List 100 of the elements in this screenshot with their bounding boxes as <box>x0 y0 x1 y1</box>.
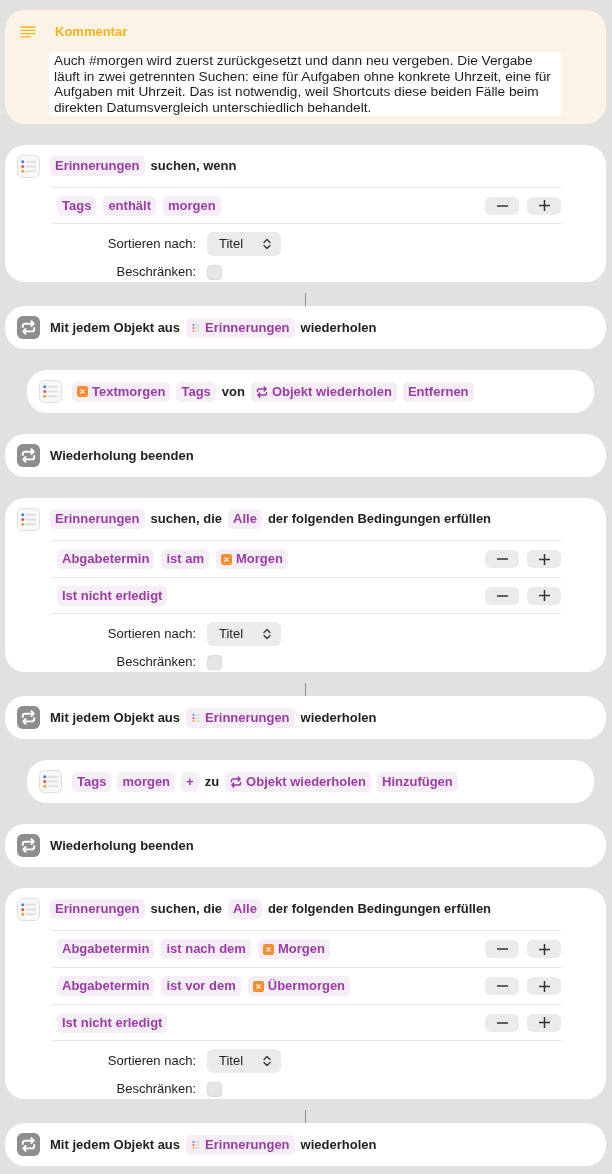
parameter-token[interactable]: ist am <box>161 549 209 569</box>
parameter-token[interactable]: Ist nicht erledigt <box>57 585 168 606</box>
limit-checkbox[interactable] <box>207 1081 222 1097</box>
remove-condition-button[interactable] <box>485 550 519 568</box>
add-condition-button[interactable] <box>527 1013 561 1032</box>
variable-icon <box>252 980 264 992</box>
action-text: wiederholen <box>300 318 377 337</box>
sort-select[interactable]: Titel <box>207 622 281 646</box>
chevron-updown-icon <box>263 628 271 640</box>
parameter-token[interactable]: Abgabetermin <box>57 939 155 959</box>
action-text: Mit jedem Objekt aus <box>50 708 181 727</box>
add-condition-button[interactable] <box>527 550 561 568</box>
parameter-token[interactable]: Hinzufügen <box>377 771 458 792</box>
parameter-token[interactable]: Tags <box>72 771 112 792</box>
parameter-token[interactable]: Erinnerungen <box>50 156 145 176</box>
parameter-token[interactable]: morgen <box>117 771 176 792</box>
repeat-item-token[interactable]: Objekt wiederholen <box>250 381 397 402</box>
list-token[interactable]: Erinnerungen <box>186 1134 295 1155</box>
variable-token[interactable]: Morgen <box>257 939 330 959</box>
chevron-updown-icon <box>263 238 271 250</box>
remove-condition-button[interactable] <box>485 940 519 958</box>
list-icon <box>17 154 40 178</box>
variable-icon <box>262 943 274 955</box>
add-condition-button[interactable] <box>527 586 561 605</box>
list-icon <box>17 507 40 531</box>
repeat-icon <box>255 385 268 398</box>
action-text: suchen, die <box>150 510 223 529</box>
action-text: Mit jedem Objekt aus <box>50 318 181 337</box>
action-text: suchen, die <box>150 900 223 919</box>
list-token[interactable]: Erinnerungen <box>186 707 295 728</box>
action-text: zu <box>204 772 220 791</box>
parameter-token[interactable]: Erinnerungen <box>50 899 145 919</box>
plus-icon <box>538 590 550 601</box>
connector-line <box>305 1110 306 1123</box>
parameter-token[interactable]: Alle <box>228 899 262 919</box>
limit-checkbox[interactable] <box>207 264 222 280</box>
minus-icon <box>496 1021 508 1024</box>
repeat-icon <box>17 834 40 857</box>
parameter-token[interactable]: ist vor dem <box>161 976 241 996</box>
sort-label: Sortieren nach: <box>106 1052 196 1071</box>
minus-icon <box>496 594 508 597</box>
parameter-token[interactable]: Erinnerungen <box>50 509 145 529</box>
variable-token[interactable]: Morgen <box>216 549 288 569</box>
repeat-icon <box>17 444 40 467</box>
plus-icon <box>538 200 550 211</box>
action-text: der folgenden Bedingungen erfüllen <box>267 510 492 529</box>
remove-condition-button[interactable] <box>485 196 519 215</box>
repeat-icon <box>17 316 40 339</box>
parameter-token[interactable]: + <box>181 771 199 792</box>
parameter-token[interactable]: Abgabetermin <box>57 976 155 996</box>
plus-icon <box>538 943 550 955</box>
parameter-token[interactable]: ist nach dem <box>161 939 251 959</box>
remove-condition-button[interactable] <box>485 586 519 605</box>
limit-label: Beschränken: <box>115 653 196 672</box>
minus-icon <box>496 985 508 987</box>
action-text: Mit jedem Objekt aus <box>50 1135 181 1154</box>
sort-select[interactable]: Titel <box>207 232 281 256</box>
parameter-token[interactable]: Tags <box>57 195 97 216</box>
list-icon <box>17 897 40 921</box>
remove-condition-button[interactable] <box>485 977 519 995</box>
parameter-token[interactable]: morgen <box>163 195 221 216</box>
plus-icon <box>538 980 550 992</box>
parameter-token[interactable]: Entfernen <box>402 381 474 402</box>
sort-label: Sortieren nach: <box>106 235 196 254</box>
sort-select[interactable]: Titel <box>207 1049 281 1073</box>
list-icon <box>39 770 62 793</box>
chevron-updown-icon <box>263 1055 271 1067</box>
repeat-item-token[interactable]: Objekt wiederholen <box>225 771 372 792</box>
add-condition-button[interactable] <box>527 196 561 215</box>
remove-condition-button[interactable] <box>485 1013 519 1032</box>
parameter-token[interactable]: Ist nicht erledigt <box>57 1012 168 1033</box>
minus-icon <box>496 204 508 207</box>
limit-checkbox[interactable] <box>207 654 222 670</box>
variable-icon <box>221 553 232 565</box>
action-text: Wiederholung beenden <box>50 836 194 855</box>
action-text: der folgenden Bedingungen erfüllen <box>267 900 492 919</box>
add-condition-button[interactable] <box>527 940 561 958</box>
repeat-icon <box>17 1133 40 1156</box>
parameter-token[interactable]: Abgabetermin <box>57 549 155 569</box>
action-text: von <box>221 382 245 401</box>
parameter-token[interactable]: Alle <box>228 509 262 529</box>
minus-icon <box>496 948 508 950</box>
limit-label: Beschränken: <box>115 263 196 282</box>
plus-icon <box>538 1017 550 1028</box>
repeat-icon <box>230 775 243 788</box>
repeat-icon <box>17 706 40 729</box>
limit-label: Beschränken: <box>115 1080 196 1099</box>
plus-icon <box>538 553 550 565</box>
connector-line <box>305 683 306 696</box>
list-icon <box>191 321 202 334</box>
list-token[interactable]: Erinnerungen <box>186 317 295 338</box>
minus-icon <box>496 558 508 560</box>
add-condition-button[interactable] <box>527 977 561 995</box>
variable-token[interactable]: Textmorgen <box>72 381 171 402</box>
list-icon <box>39 380 62 403</box>
parameter-token[interactable]: enthält <box>103 195 156 216</box>
variable-token[interactable]: Übermorgen <box>247 976 351 996</box>
parameter-token[interactable]: Tags <box>176 381 216 402</box>
list-icon <box>191 711 202 724</box>
comment-text-field[interactable]: Auch #morgen wird zuerst zurückgesetzt und dann neu vergeben. Die Vergabe läuft in zwei getrennten Suchen: eine für Aufgaben ohne konkrete Uhrzeit, eine für Aufgaben mit Uhrzeit. Das ist notwendig, weil Shortcuts diese beiden Fälle beim direkten Datumsvergleich unterschiedlich behandelt. <box>49 52 561 116</box>
